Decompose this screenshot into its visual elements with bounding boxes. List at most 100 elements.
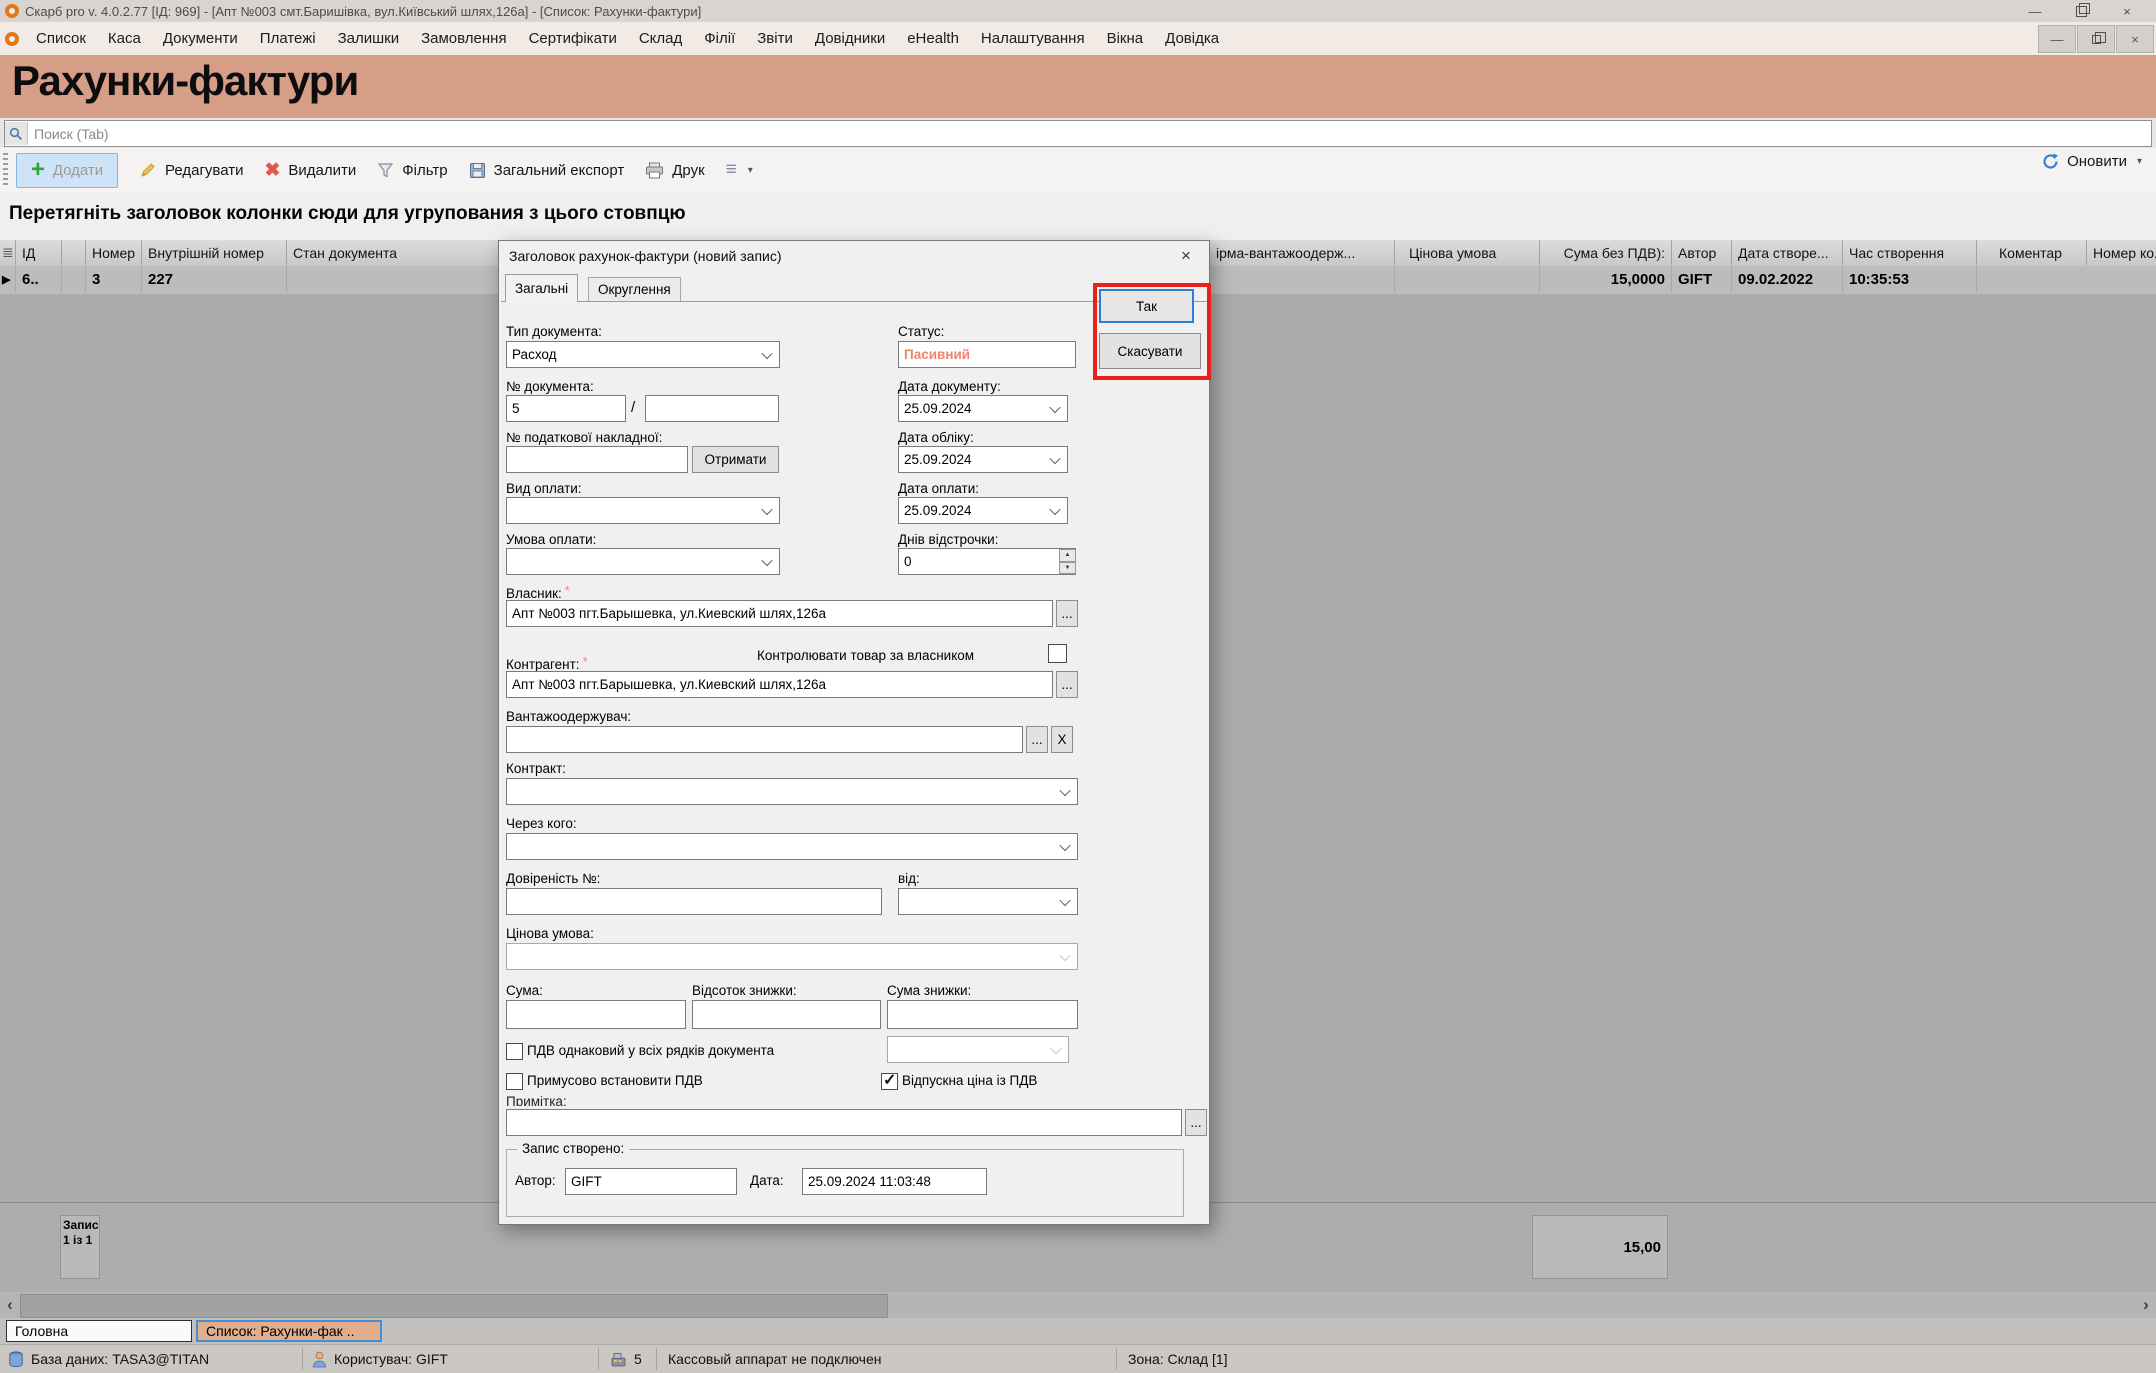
menu-item-залишки[interactable]: Залишки (327, 30, 411, 47)
column-header-price-condition[interactable]: Цінова умова (1395, 240, 1540, 265)
layout-menu-button[interactable]: ≡ ▾ (726, 159, 753, 181)
delete-button[interactable]: ✖ Видалити (265, 159, 357, 182)
doc-type-select[interactable]: Расход (506, 341, 780, 368)
proxy-input[interactable] (506, 888, 882, 915)
cell-date-created[interactable]: 09.02.2022 (1732, 266, 1843, 293)
minimize-button[interactable]: — (2012, 0, 2058, 22)
menu-item-довідка[interactable]: Довідка (1154, 30, 1230, 47)
column-header-sum-no-vat[interactable]: Сума без ПДВ): (1540, 240, 1672, 265)
menu-item-ehealth[interactable]: eHealth (896, 30, 970, 47)
cell-number[interactable]: 3 (86, 266, 142, 293)
column-header-comment[interactable]: Коментар (1977, 240, 2087, 265)
column-header-doc-state[interactable]: Стан документа (287, 240, 505, 265)
cell-blank[interactable] (62, 266, 86, 293)
vat-force-checkbox[interactable] (506, 1073, 523, 1090)
menu-item-платежі[interactable]: Платежі (249, 30, 327, 47)
discount-sum-input[interactable] (887, 1000, 1078, 1029)
cell-time-created[interactable]: 10:35:53 (1843, 266, 1977, 293)
scroll-left-icon[interactable]: ‹ (0, 1292, 20, 1318)
pay-cond-select[interactable] (506, 548, 780, 575)
contragent-input[interactable]: Апт №003 пгт.Барышевка, ул.Киевский шлях… (506, 671, 1053, 698)
owner-lookup-button[interactable]: ... (1056, 600, 1078, 627)
scroll-right-icon[interactable]: › (2136, 1292, 2156, 1318)
vat-same-checkbox[interactable] (506, 1043, 523, 1060)
horizontal-scrollbar[interactable]: ‹ › (0, 1292, 2156, 1318)
tab-home[interactable]: Головна (6, 1320, 192, 1342)
delay-stepper[interactable]: 0 (898, 548, 1076, 575)
doc-no-input[interactable]: 5 (506, 395, 626, 422)
note-input[interactable] (506, 1109, 1182, 1136)
tab-invoice-list[interactable]: Список: Рахунки-фак .. (196, 1320, 382, 1342)
cell-consignee-firm[interactable] (1210, 266, 1395, 293)
menu-item-філії[interactable]: Філії (693, 30, 746, 47)
menu-item-замовлення[interactable]: Замовлення (410, 30, 517, 47)
spin-down-icon[interactable]: ▼ (1059, 562, 1076, 575)
contragent-lookup-button[interactable]: ... (1056, 671, 1078, 698)
cell-internal-number[interactable]: 227 (142, 266, 287, 293)
cell-sum-no-vat[interactable]: 15,0000 (1540, 266, 1672, 293)
owner-input[interactable]: Апт №003 пгт.Барышевка, ул.Киевский шлях… (506, 600, 1053, 627)
pay-kind-select[interactable] (506, 497, 780, 524)
proxy-date-select[interactable] (898, 888, 1078, 915)
group-by-bar[interactable]: Перетягніть заголовок колонки сюди для у… (0, 192, 2156, 241)
close-button[interactable]: × (2104, 0, 2150, 22)
mdi-close-button[interactable]: × (2116, 25, 2154, 53)
column-header-number-k[interactable]: Номер ко... (2087, 240, 2156, 265)
get-button[interactable]: Отримати (692, 446, 779, 473)
column-header-internal-number[interactable]: Внутрішній номер (142, 240, 287, 265)
toolbar-grip[interactable] (3, 153, 8, 187)
cell-author[interactable]: GIFT (1672, 266, 1732, 293)
price-cond-select[interactable] (506, 943, 1078, 970)
doc-no-suffix-input[interactable] (645, 395, 779, 422)
doc-date-select[interactable]: 25.09.2024 (898, 395, 1068, 422)
menu-item-склад[interactable]: Склад (628, 30, 693, 47)
menu-item-довідники[interactable]: Довідники (804, 30, 896, 47)
consignee-clear-button[interactable]: X (1051, 726, 1073, 753)
cell-doc-state[interactable] (287, 266, 505, 293)
column-header-consignee-firm[interactable]: ірма-вантажоодерж... (1210, 240, 1395, 265)
note-lookup-button[interactable]: ... (1185, 1109, 1207, 1136)
dialog-tab-general[interactable]: Загальні (505, 274, 578, 302)
cell-price-condition[interactable] (1395, 266, 1540, 293)
menu-item-список[interactable]: Список (25, 30, 97, 47)
column-header-blank[interactable] (62, 240, 86, 265)
vat-rate-select[interactable] (887, 1036, 1069, 1063)
consignee-input[interactable] (506, 726, 1023, 753)
filter-button[interactable]: Фільтр (377, 162, 447, 179)
print-button[interactable]: Друк (645, 162, 704, 179)
cell-id[interactable]: 6.. (16, 266, 62, 293)
spin-up-icon[interactable]: ▲ (1059, 549, 1076, 562)
mdi-restore-button[interactable] (2077, 25, 2115, 53)
restore-button[interactable] (2058, 0, 2104, 22)
column-header-number[interactable]: Номер (86, 240, 142, 265)
consignee-lookup-button[interactable]: ... (1026, 726, 1048, 753)
edit-button[interactable]: Редагувати (139, 161, 244, 179)
column-header-id[interactable]: ІД (16, 240, 62, 265)
menu-item-звіти[interactable]: Звіти (746, 30, 804, 47)
control-owner-checkbox[interactable] (1048, 644, 1067, 663)
column-header-author[interactable]: Автор (1672, 240, 1732, 265)
menu-item-документи[interactable]: Документи (152, 30, 249, 47)
dialog-tab-rounding[interactable]: Округлення (588, 277, 681, 301)
column-header-time-created[interactable]: Час створення (1843, 240, 1977, 265)
mdi-minimize-button[interactable]: — (2038, 25, 2076, 53)
pay-date-select[interactable]: 25.09.2024 (898, 497, 1068, 524)
refresh-dropdown-icon[interactable]: ▾ (2137, 156, 2142, 167)
dialog-close-icon[interactable]: × (1173, 245, 1199, 267)
contract-select[interactable] (506, 778, 1078, 805)
acc-date-select[interactable]: 25.09.2024 (898, 446, 1068, 473)
vat-price-checkbox[interactable]: ✓ (881, 1073, 898, 1090)
sum-input[interactable] (506, 1000, 686, 1029)
menu-item-налаштування[interactable]: Налаштування (970, 30, 1096, 47)
tax-invoice-input[interactable] (506, 446, 688, 473)
column-header-date-created[interactable]: Дата створе... (1732, 240, 1843, 265)
search-input[interactable]: Поиск (Tab) (4, 120, 2152, 147)
menu-item-сертифікати[interactable]: Сертифікати (518, 30, 628, 47)
discount-pct-input[interactable] (692, 1000, 881, 1029)
menu-item-каса[interactable]: Каса (97, 30, 152, 47)
via-select[interactable] (506, 833, 1078, 860)
add-button[interactable]: + Додати (16, 153, 118, 188)
export-button[interactable]: Загальний експорт (469, 162, 625, 179)
scrollbar-thumb[interactable] (20, 1294, 888, 1318)
menu-item-вікна[interactable]: Вікна (1096, 30, 1155, 47)
